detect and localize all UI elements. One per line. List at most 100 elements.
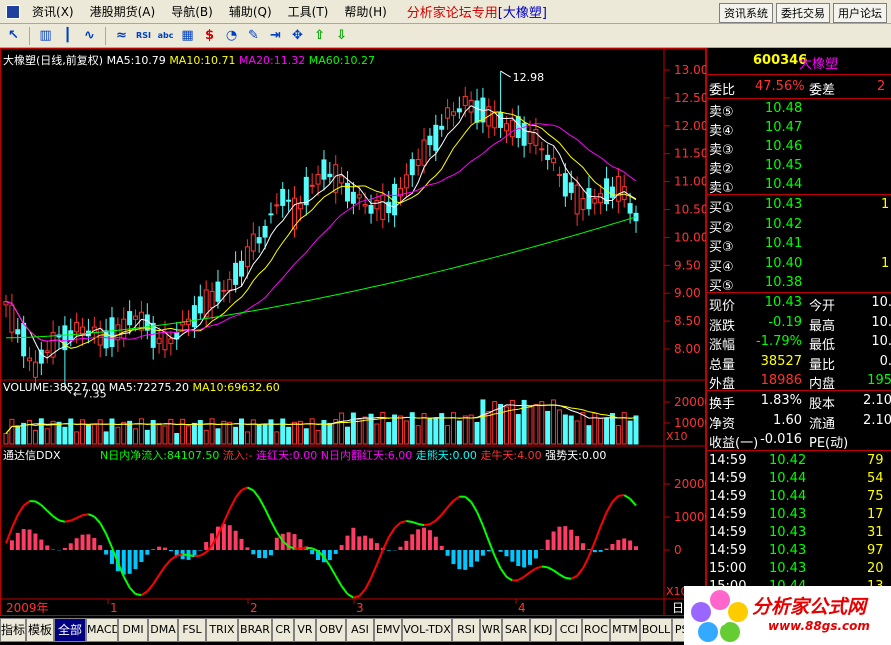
tab-trix[interactable]: TRIX: [206, 618, 238, 642]
down-arrow-icon[interactable]: ⇩: [332, 26, 351, 45]
volume-bar: [545, 410, 551, 445]
tab--[interactable]: 全部: [54, 618, 86, 642]
ddx-bar: [333, 550, 338, 554]
volume-bar: [209, 418, 215, 445]
tab-cr[interactable]: CR: [272, 618, 294, 642]
tab-rsi[interactable]: RSI: [452, 618, 480, 642]
volume-bar: [191, 422, 197, 445]
ddx-bar: [404, 540, 409, 550]
tab-vol-tdx[interactable]: VOL-TDX: [402, 618, 452, 642]
ddx-bar: [374, 543, 379, 550]
buy-row: 买① 10.43 1: [707, 196, 891, 216]
move-icon[interactable]: ✥: [288, 26, 307, 45]
menu-news[interactable]: 资讯(X): [24, 3, 82, 20]
candle-body: [191, 305, 197, 328]
ddx-bar: [539, 549, 544, 550]
sell-price: 10.44: [765, 177, 803, 192]
tab-obv[interactable]: OBV: [316, 618, 346, 642]
candle-icon[interactable]: ┃: [58, 26, 77, 45]
ddx-bar: [569, 529, 574, 550]
abc-icon[interactable]: abc: [156, 26, 175, 45]
app-icon[interactable]: [2, 1, 24, 23]
quote-panel: 600346 大橡塑 委比 47.56% 委差 2 卖⑤ 10.48 卖④ 10.47…: [706, 48, 891, 616]
pie-icon[interactable]: ◔: [222, 26, 241, 45]
ddx-line: [470, 501, 478, 513]
tab--[interactable]: 指标: [0, 618, 26, 642]
candle-body: [327, 173, 333, 178]
tick-time: 14:59: [709, 543, 747, 558]
ddx-bar: [480, 550, 485, 556]
ddx-bar: [427, 530, 432, 550]
tab-dmi[interactable]: DMI: [118, 618, 148, 642]
ddx-bar: [86, 534, 91, 550]
tab--[interactable]: 模板: [26, 618, 54, 642]
arrow-icon[interactable]: ↖: [4, 26, 23, 45]
sell-price: 10.45: [765, 158, 803, 173]
menu-tools[interactable]: 工具(T): [280, 3, 337, 20]
menu-navigate[interactable]: 导航(B): [163, 3, 221, 20]
grid-icon[interactable]: ▦: [178, 26, 197, 45]
ddx-line: [222, 508, 231, 523]
menu-help[interactable]: 帮助(H): [336, 3, 394, 20]
tool-icon[interactable]: ✎: [244, 26, 263, 45]
trade-button[interactable]: 委托交易: [776, 3, 830, 23]
ddx-bar: [357, 536, 362, 550]
ddx-line: [605, 501, 614, 513]
volume-bar: [615, 425, 621, 445]
tab-emv[interactable]: EMV: [374, 618, 402, 642]
ddx-line: [252, 489, 260, 499]
tab-wr[interactable]: WR: [480, 618, 502, 642]
dollar-icon[interactable]: $: [200, 26, 219, 45]
ddx-bar: [263, 550, 268, 559]
volume-bar: [239, 418, 245, 445]
tab-roc[interactable]: ROC: [582, 618, 610, 642]
stat-label: 流通: [809, 416, 836, 432]
volume-header: VOLUME:38527.00 MA5:72275.20 MA10:69632.…: [3, 381, 280, 394]
forum-button[interactable]: 用户论坛: [833, 3, 887, 23]
tab-asi[interactable]: ASI: [346, 618, 374, 642]
tab-dma[interactable]: DMA: [148, 618, 178, 642]
volume-bar: [462, 415, 468, 445]
stat-row: 外盘 18986 内盘 195: [707, 372, 891, 392]
buy-row: 买④ 10.40 1: [707, 255, 891, 275]
ddx-bar: [622, 538, 627, 550]
candle-body: [121, 318, 127, 339]
menu-assist[interactable]: 辅助(Q): [221, 3, 280, 20]
volume-bar: [633, 415, 639, 445]
candle-body: [321, 159, 327, 180]
ddx-bar: [133, 550, 138, 570]
candle-body: [568, 182, 574, 193]
menu-hk-futures[interactable]: 港股期货(A): [82, 3, 164, 20]
rsi-icon[interactable]: RSI: [134, 26, 153, 45]
candle-body: [409, 159, 415, 176]
ddx-line: [400, 519, 407, 524]
tab-boll[interactable]: BOLL: [640, 618, 672, 642]
volume-bar: [562, 414, 568, 445]
tab-macd[interactable]: MACD: [86, 618, 118, 642]
ddx-bar: [145, 550, 150, 555]
ddx-line: [547, 566, 555, 572]
tab-kdj[interactable]: KDJ: [530, 618, 556, 642]
line-chart-icon[interactable]: ∿: [80, 26, 99, 45]
info-system-button[interactable]: 资讯系统: [719, 3, 773, 23]
kline-chart-svg[interactable]: 13.00 12.50 12.00 11.50 11.00 10.50 10.00 9.50 9…: [0, 48, 712, 616]
tick-volume: 17: [867, 507, 884, 522]
volume-bar: [286, 426, 292, 445]
up-arrow-icon[interactable]: ⇧: [310, 26, 329, 45]
candle-body: [368, 204, 374, 214]
tab-mtm[interactable]: MTM: [610, 618, 640, 642]
tab-vr[interactable]: VR: [294, 618, 316, 642]
ddx-line: [128, 586, 137, 595]
tab-fsl[interactable]: FSL: [178, 618, 206, 642]
candle-body: [109, 317, 115, 347]
candle-body: [433, 124, 439, 151]
tab-cci[interactable]: CCI: [556, 618, 582, 642]
tab-sar[interactable]: SAR: [502, 618, 530, 642]
bar-chart-icon[interactable]: ▥: [36, 26, 55, 45]
export-icon[interactable]: ⇥: [266, 26, 285, 45]
chart-area[interactable]: 13.00 12.50 12.00 11.50 11.00 10.50 10.00 9.50 9…: [0, 48, 712, 616]
volume-bar: [433, 417, 439, 445]
ddx-bar: [104, 550, 109, 555]
tab-brar[interactable]: BRAR: [238, 618, 272, 642]
trend-icon[interactable]: ≈: [112, 26, 131, 45]
